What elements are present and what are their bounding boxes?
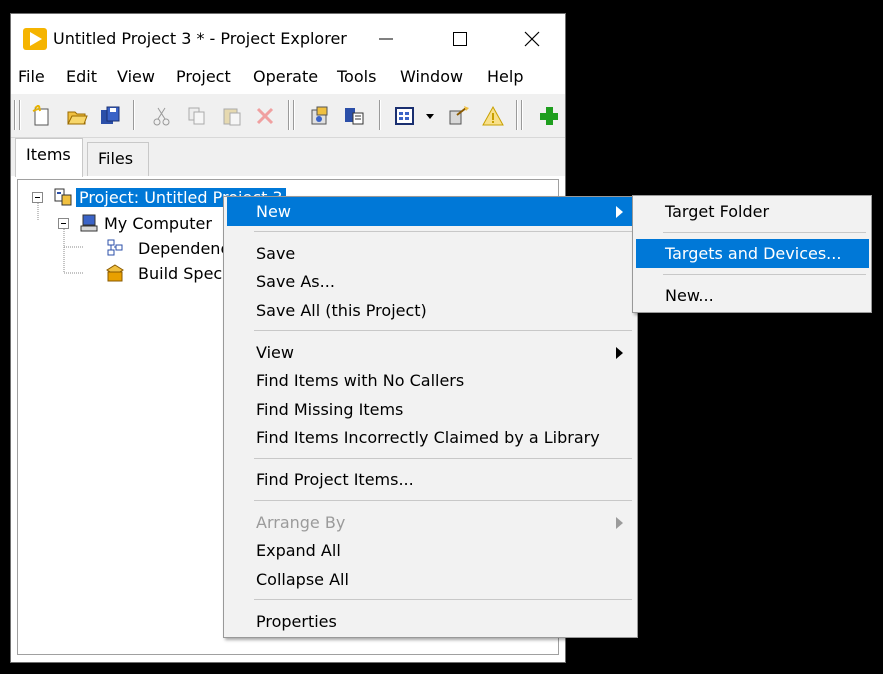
menu-help[interactable]: Help: [487, 67, 523, 86]
menu-window[interactable]: Window: [400, 67, 463, 86]
menu-edit[interactable]: Edit: [66, 67, 97, 86]
menu-file[interactable]: File: [18, 67, 45, 86]
paste-icon[interactable]: [221, 105, 243, 127]
submenu-arrow-icon: [616, 206, 623, 218]
menu-item-view[interactable]: View: [227, 338, 635, 367]
wizard-icon[interactable]: [448, 105, 470, 127]
title-bar[interactable]: Untitled Project 3 * - Project Explorer: [11, 14, 565, 64]
menu-item-find-project-items[interactable]: Find Project Items...: [227, 465, 635, 494]
toolbar-separator: [133, 100, 135, 130]
menu-item-collapse-all[interactable]: Collapse All: [227, 565, 635, 594]
menu-item-properties[interactable]: Properties: [227, 607, 635, 636]
submenu-arrow-icon: [616, 517, 623, 529]
context-menu: New Save Save As... Save All (this Proje…: [223, 196, 638, 638]
tab-strip: Items Files: [11, 138, 565, 177]
window-title: Untitled Project 3 * - Project Explorer: [53, 29, 347, 48]
toolbar-separator: [288, 100, 290, 130]
menu-item-save-as[interactable]: Save As...: [227, 267, 635, 296]
save-all-icon[interactable]: [99, 105, 121, 127]
menu-separator: [254, 599, 632, 600]
copy-icon[interactable]: [186, 105, 208, 127]
delete-icon[interactable]: [254, 105, 276, 127]
cut-icon[interactable]: [151, 105, 173, 127]
add-icon[interactable]: [538, 105, 560, 127]
build-icon[interactable]: [309, 105, 331, 127]
menu-item-find-missing[interactable]: Find Missing Items: [227, 395, 635, 424]
deploy-icon[interactable]: [343, 105, 365, 127]
toolbar-separator: [521, 100, 523, 130]
menu-item-new[interactable]: New: [227, 197, 635, 226]
menu-separator: [663, 232, 866, 233]
menu-separator: [254, 500, 632, 501]
new-submenu: Target Folder Targets and Devices... New…: [632, 195, 872, 313]
labview-app-icon: [23, 28, 47, 50]
menu-separator: [663, 274, 866, 275]
vi-icon[interactable]: [394, 105, 416, 127]
tab-items[interactable]: Items: [15, 138, 83, 177]
dropdown-icon[interactable]: [419, 105, 441, 127]
menu-bar: File Edit View Project Operate Tools Win…: [11, 64, 565, 92]
maximize-button[interactable]: [436, 14, 484, 64]
menu-operate[interactable]: Operate: [253, 67, 318, 86]
toolbar-separator: [516, 100, 518, 130]
submenu-item-targets-and-devices[interactable]: Targets and Devices...: [636, 239, 869, 268]
submenu-arrow-icon: [616, 347, 623, 359]
collapse-toggle[interactable]: [32, 192, 43, 203]
menu-item-find-incorrectly-claimed[interactable]: Find Items Incorrectly Claimed by a Libr…: [227, 423, 635, 452]
minimize-icon: [379, 38, 393, 40]
dependencies-icon: [107, 239, 123, 256]
project-icon: [54, 188, 72, 206]
open-icon[interactable]: [66, 105, 88, 127]
toolbar-separator: [293, 100, 295, 130]
toolbar-separator: [379, 100, 381, 130]
close-button[interactable]: [508, 14, 556, 64]
menu-item-save[interactable]: Save: [227, 239, 635, 268]
computer-icon: [80, 214, 98, 232]
warning-icon[interactable]: [482, 105, 504, 127]
new-icon[interactable]: [31, 105, 53, 127]
menu-view[interactable]: View: [117, 67, 155, 86]
menu-item-find-no-callers[interactable]: Find Items with No Callers: [227, 366, 635, 395]
toolbar-grip[interactable]: [14, 100, 16, 130]
menu-item-expand-all[interactable]: Expand All: [227, 536, 635, 565]
submenu-item-new[interactable]: New...: [636, 281, 869, 310]
menu-tools[interactable]: Tools: [337, 67, 376, 86]
submenu-item-target-folder[interactable]: Target Folder: [636, 197, 869, 226]
toolbar-grip[interactable]: [19, 100, 21, 130]
close-icon: [524, 31, 540, 47]
menu-separator: [254, 458, 632, 459]
menu-project[interactable]: Project: [176, 67, 231, 86]
collapse-toggle[interactable]: [58, 218, 69, 229]
menu-separator: [254, 231, 632, 232]
maximize-icon: [453, 32, 467, 46]
menu-separator: [254, 330, 632, 331]
tab-files[interactable]: Files: [87, 142, 149, 176]
toolbar: [11, 94, 565, 138]
minimize-button[interactable]: [362, 14, 410, 64]
menu-item-save-all[interactable]: Save All (this Project): [227, 296, 635, 325]
build-specifications-icon: [106, 264, 124, 282]
menu-item-arrange-by: Arrange By: [227, 508, 635, 537]
